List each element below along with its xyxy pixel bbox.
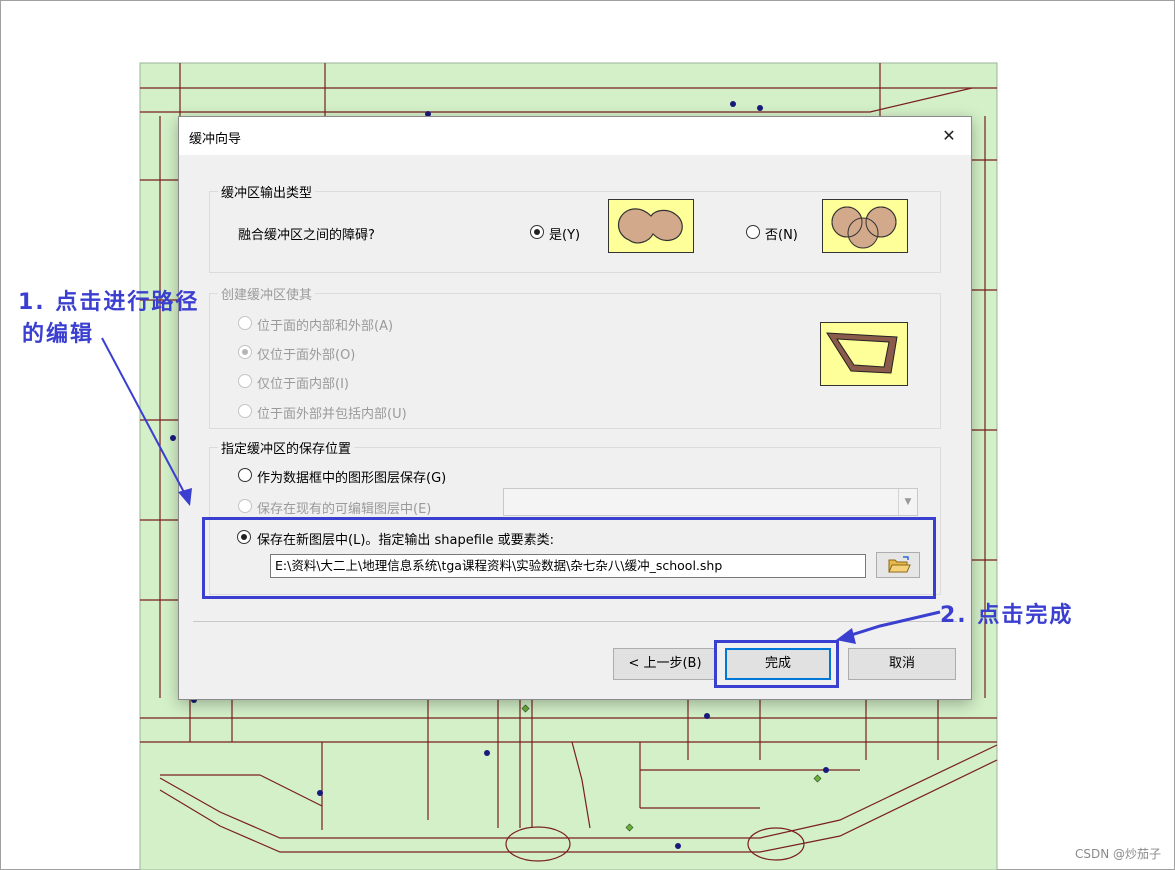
save-new-layer-highlight <box>202 517 936 599</box>
polygon-buffer-title: 创建缓冲区使其 <box>218 284 316 303</box>
step1-annotation-line2: 的编辑 <box>22 322 95 347</box>
save-graphic-radio[interactable] <box>238 468 252 482</box>
existing-layer-dropdown[interactable]: ▼ <box>503 488 918 516</box>
cancel-button[interactable]: 取消 <box>848 648 956 680</box>
polygon-outline-icon <box>826 332 898 374</box>
dissolve-question: 融合缓冲区之间的障碍? <box>238 228 375 243</box>
polygon-buffer-preview <box>820 322 908 386</box>
dissolve-yes-radio[interactable] <box>530 225 544 239</box>
overlapping-buffer-preview <box>822 199 908 253</box>
outside-include-inside-label[interactable]: 位于面外部并包括内部(U) <box>257 403 407 422</box>
step2-annotation: 2. 点击完成 <box>940 603 1074 628</box>
output-type-group: 缓冲区输出类型 融合缓冲区之间的障碍? 是(Y) 否(N) <box>209 182 941 273</box>
button-separator <box>193 621 957 622</box>
finish-highlight <box>714 640 839 688</box>
dialog-title: 缓冲向导 <box>189 132 242 147</box>
watermark: CSDN @炒茄子 <box>1074 847 1161 861</box>
dissolve-no-label[interactable]: 否(N) <box>765 224 798 243</box>
output-type-title: 缓冲区输出类型 <box>218 182 316 201</box>
outside-include-inside-radio[interactable] <box>238 404 252 418</box>
inside-outside-label[interactable]: 位于面的内部和外部(A) <box>257 315 393 334</box>
save-graphic-label[interactable]: 作为数据框中的图形图层保存(G) <box>257 467 446 486</box>
close-icon: ✕ <box>942 126 956 145</box>
dissolved-circles-icon <box>617 208 683 244</box>
chevron-down-icon: ▼ <box>898 489 917 515</box>
save-existing-label[interactable]: 保存在现有的可编辑图层中(E) <box>257 498 431 517</box>
inside-only-radio[interactable] <box>238 374 252 388</box>
inside-outside-radio[interactable] <box>238 316 252 330</box>
overlapping-circles-icon <box>831 206 897 249</box>
save-existing-radio[interactable] <box>238 499 252 513</box>
outside-only-label[interactable]: 仅位于面外部(O) <box>257 344 355 363</box>
outside-only-radio[interactable] <box>238 345 252 359</box>
close-button[interactable]: ✕ <box>935 123 963 149</box>
inside-only-label[interactable]: 仅位于面内部(I) <box>257 373 349 392</box>
dialog-titlebar: 缓冲向导 ✕ <box>179 117 971 155</box>
step1-annotation-line1: 1. 点击进行路径 <box>18 290 200 315</box>
dissolve-no-radio[interactable] <box>746 225 760 239</box>
save-location-title: 指定缓冲区的保存位置 <box>218 438 355 457</box>
polygon-buffer-group: 创建缓冲区使其 位于面的内部和外部(A) 仅位于面外部(O) 仅位于面内部(I)… <box>209 284 941 429</box>
back-button[interactable]: < 上一步(B) <box>613 648 717 680</box>
dissolve-yes-label[interactable]: 是(Y) <box>549 224 580 243</box>
dissolved-buffer-preview <box>608 199 694 253</box>
buffer-wizard-dialog: 缓冲向导 ✕ 缓冲区输出类型 融合缓冲区之间的障碍? 是(Y) 否(N) 创建缓… <box>178 116 972 700</box>
